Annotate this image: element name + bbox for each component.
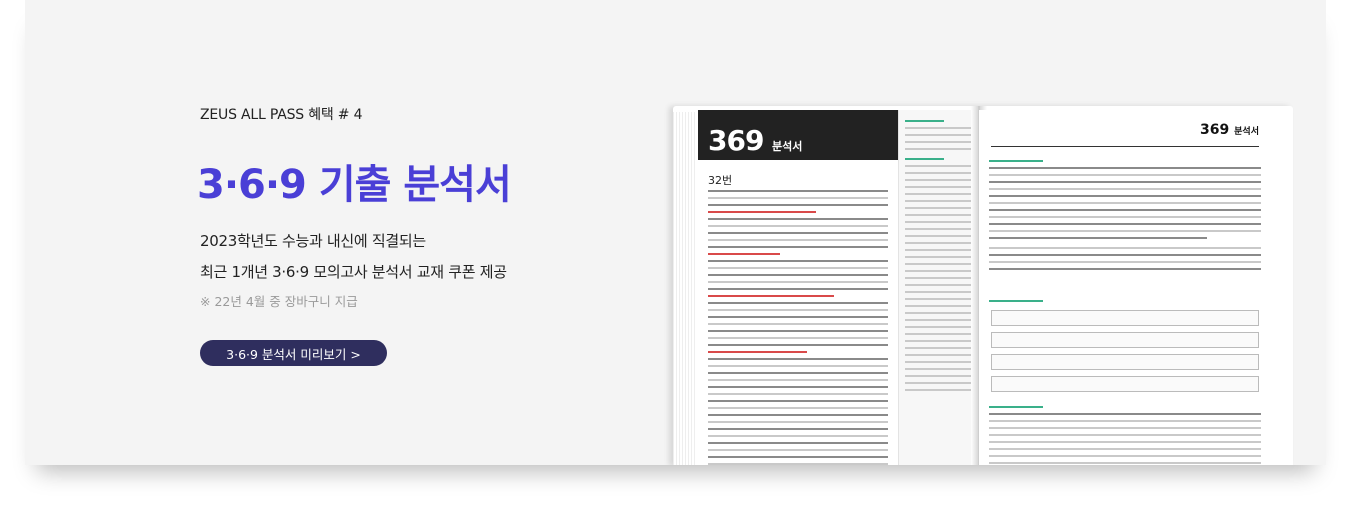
benefit-label: ZEUS ALL PASS 혜택 # 4 (200, 107, 363, 123)
vocab-table (989, 406, 1261, 465)
book-image: 369 분석서 32번 369 분석서 (673, 106, 1293, 465)
analysis-text (989, 160, 1261, 275)
banner-card: ZEUS ALL PASS 혜택 # 4 3·6·9 기출 분석서 2023학년… (25, 0, 1326, 465)
header-number: 369 (708, 124, 764, 157)
page-edges (673, 112, 697, 465)
question-number: 32번 (708, 174, 733, 187)
passage-text (708, 190, 888, 465)
description-line-2: 최근 1개년 3·6·9 모의고사 분석서 교재 쿠폰 제공 (200, 263, 507, 281)
left-page-header: 369 분석서 (698, 110, 898, 160)
structure-diagram (989, 300, 1261, 307)
banner-title: 3·6·9 기출 분석서 (197, 162, 512, 208)
notice-text: ※ 22년 4월 중 장바구니 지급 (200, 294, 358, 309)
right-page: 369 분석서 (979, 110, 1271, 465)
right-page-header: 369 분석서 (1200, 122, 1259, 138)
preview-button[interactable]: 3·6·9 분석서 미리보기 > (200, 340, 387, 366)
left-page: 369 분석서 32번 (698, 110, 990, 465)
header-sub: 분석서 (772, 140, 803, 153)
description-line-1: 2023학년도 수능과 내신에 직결되는 (200, 232, 426, 250)
